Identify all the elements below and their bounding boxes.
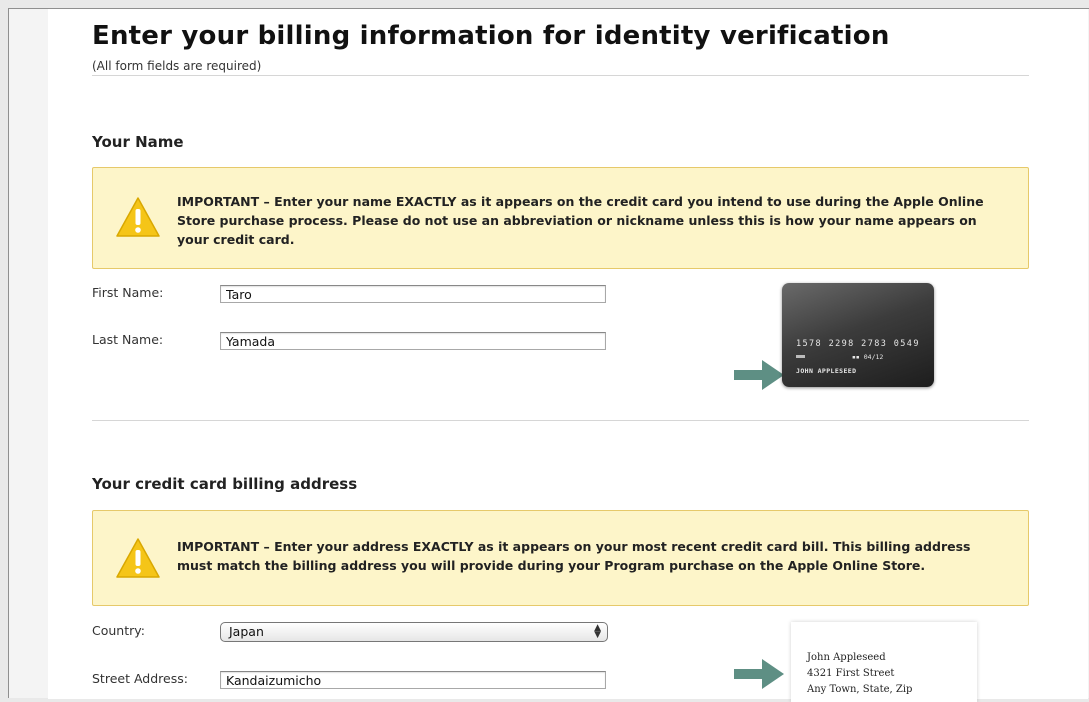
select-arrows-icon: ▲ ▼: [594, 623, 601, 640]
page-background: Enter your billing information for ident…: [8, 8, 1089, 702]
warning-triangle-icon: [116, 538, 160, 578]
title-divider: [92, 75, 1029, 76]
warning-triangle-icon: [116, 197, 160, 237]
name-important-notice: IMPORTANT – Enter your name EXACTLY as i…: [92, 167, 1029, 269]
first-name-input[interactable]: [220, 285, 606, 303]
billing-address-example-image: John Appleseed 4321 First Street Any Tow…: [791, 622, 977, 702]
address-example-line1: John Appleseed: [807, 652, 886, 663]
address-example-line2: 4321 First Street: [807, 668, 895, 679]
card-decoration: [796, 355, 805, 358]
name-notice-text: IMPORTANT – Enter your name EXACTLY as i…: [177, 194, 984, 247]
street-address-label: Street Address:: [92, 671, 188, 686]
form-content: Enter your billing information for ident…: [48, 9, 1088, 702]
last-name-label: Last Name:: [92, 332, 164, 347]
address-example-line3: Any Town, State, Zip: [807, 684, 913, 695]
address-important-notice: IMPORTANT – Enter your address EXACTLY a…: [92, 510, 1029, 606]
card-number-text: 1578 2298 2783 0549: [796, 339, 920, 349]
arrow-right-icon: [734, 360, 784, 390]
last-name-input[interactable]: [220, 332, 606, 350]
country-select[interactable]: Japan ▲ ▼: [220, 622, 608, 642]
first-name-label: First Name:: [92, 285, 164, 300]
page-title: Enter your billing information for ident…: [92, 21, 890, 51]
country-label: Country:: [92, 623, 145, 638]
card-expiry-text: ▪▪ 04/12: [852, 353, 884, 361]
country-select-value: Japan: [229, 624, 264, 639]
credit-card-example-image: 1578 2298 2783 0549 ▪▪ 04/12 JOHN APPLES…: [782, 283, 934, 387]
street-address-input[interactable]: [220, 671, 606, 689]
section-divider: [92, 420, 1029, 421]
name-section-title: Your Name: [92, 133, 184, 151]
card-holder-text: JOHN APPLESEED: [796, 367, 857, 375]
arrow-right-icon: [734, 659, 784, 689]
page-subtitle: (All form fields are required): [92, 59, 262, 73]
address-section-title: Your credit card billing address: [92, 475, 358, 493]
address-notice-text: IMPORTANT – Enter your address EXACTLY a…: [177, 539, 971, 573]
